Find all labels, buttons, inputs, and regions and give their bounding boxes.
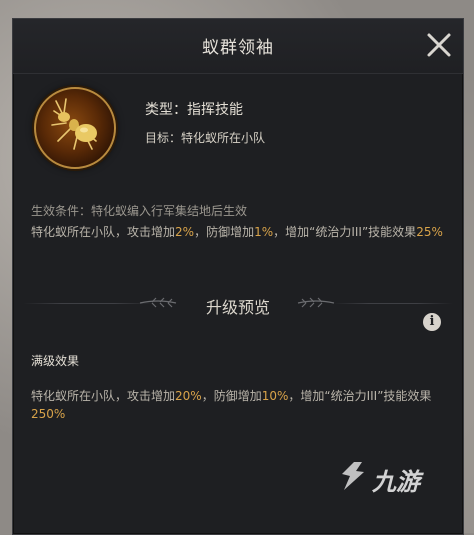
skill-detail-dialog: 蚁群领袖 类型：指挥技能 目标：特化蚁所在小队 生效条件：特化蚁编入行军集结地后…	[12, 18, 464, 535]
watermark-emblem-icon	[342, 462, 364, 490]
dialog-title: 蚁群领袖	[202, 38, 274, 58]
close-icon[interactable]	[423, 29, 455, 61]
watermark-text: 九游	[372, 468, 420, 496]
skill-type: 类型：指挥技能	[145, 102, 243, 118]
watermark-logo: 九游	[338, 456, 458, 498]
upgrade-preview-divider: 升级预览	[13, 289, 463, 319]
laurel-right-icon	[297, 297, 335, 308]
max-defense-bonus-value: 10%	[261, 389, 289, 403]
effect-condition: 生效条件：特化蚁编入行军集结地后生效	[31, 204, 248, 218]
defense-bonus-value: 1%	[254, 225, 274, 239]
dialog-header: 蚁群领袖	[13, 19, 463, 74]
skill-target: 目标：特化蚁所在小队	[145, 131, 266, 145]
max-skill-effect-value: 250%	[31, 407, 66, 421]
golden-ant-icon	[34, 87, 116, 169]
current-effect-text: 特化蚁所在小队，攻击增加2%，防御增加1%，增加“统治力III”技能效果25%	[31, 225, 443, 239]
info-icon[interactable]: i	[423, 313, 441, 331]
max-attack-bonus-value: 20%	[175, 389, 202, 403]
upgrade-preview-title: 升级预览	[205, 298, 270, 317]
attack-bonus-value: 2%	[175, 225, 195, 239]
max-level-label: 满级效果	[31, 354, 80, 368]
max-effect-text: 特化蚁所在小队，攻击增加20%，防御增加10%，增加“统治力III”技能效果25…	[31, 389, 432, 421]
skill-effect-value: 25%	[416, 225, 443, 239]
